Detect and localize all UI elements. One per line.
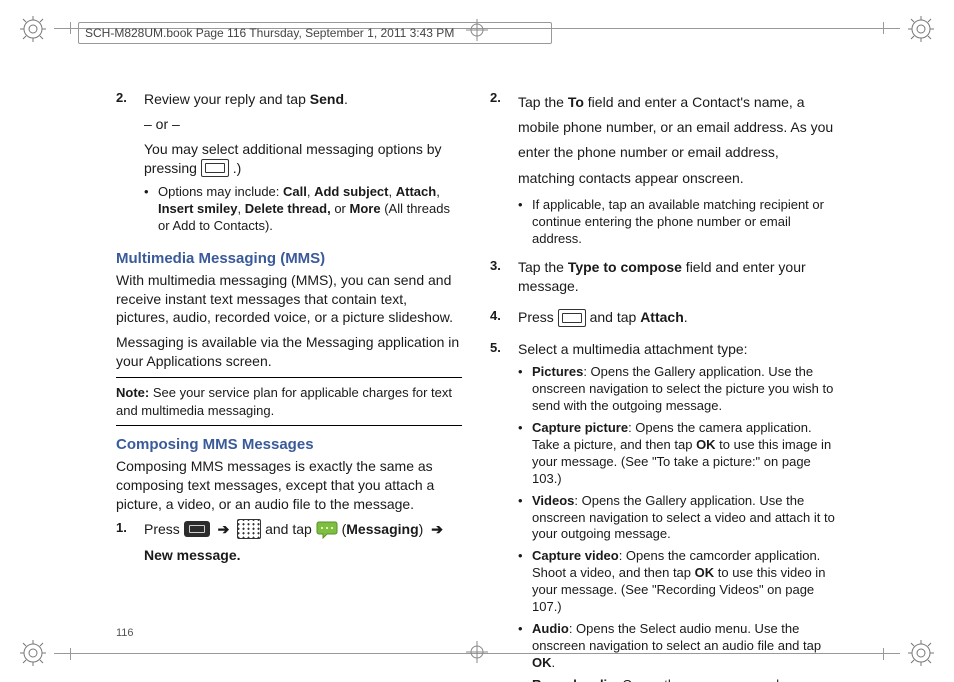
attachment-capture-picture: Capture picture: Opens the camera applic…: [518, 420, 836, 488]
arrow-icon: ➔: [214, 520, 234, 539]
note-rule-top: [116, 377, 462, 378]
left-step-2: 2. Review your reply and tap Send. – or …: [116, 90, 462, 240]
menu-key-icon: [558, 309, 586, 327]
attachment-videos: Videos: Opens the Gallery application. U…: [518, 493, 836, 544]
mms-heading: Multimedia Messaging (MMS): [116, 250, 462, 267]
to-field-label: To: [568, 94, 584, 110]
composing-paragraph: Composing MMS messages is exactly the sa…: [116, 457, 462, 514]
matching-recipient-bullet: If applicable, tap an available matching…: [518, 197, 836, 248]
text: .): [233, 160, 242, 176]
compose-field-label: Type to compose: [568, 259, 682, 275]
text: Select a multimedia attachment type:: [518, 340, 836, 359]
text: .: [344, 91, 348, 107]
crop-tick: [70, 648, 71, 660]
text: Press: [144, 521, 184, 537]
step-number: 3.: [490, 258, 508, 302]
new-message-label: New message.: [144, 547, 241, 563]
attachment-pictures: Pictures: Opens the Gallery application.…: [518, 364, 836, 415]
running-header-text: SCH-M828UM.book Page 116 Thursday, Septe…: [85, 26, 454, 40]
attachment-audio: Audio: Opens the Select audio menu. Use …: [518, 621, 836, 672]
mms-paragraph-2: Messaging is available via the Messaging…: [116, 333, 462, 371]
step-number: 1.: [116, 520, 134, 571]
crop-tick: [70, 22, 71, 34]
messaging-label: Messaging: [346, 521, 418, 537]
text: Tap the: [518, 259, 568, 275]
note-label: Note:: [116, 385, 149, 400]
arrow-icon: ➔: [427, 520, 447, 539]
text: You may select additional messaging opti…: [144, 141, 442, 176]
or-separator: – or –: [144, 115, 462, 134]
corner-ornament-bottom-left-icon: [18, 638, 48, 668]
right-step-2: 2. Tap the To field and enter a Contact'…: [490, 90, 836, 252]
corner-ornament-top-left-icon: [18, 14, 48, 44]
menu-key-icon: [201, 159, 229, 177]
right-step-5: 5. Select a multimedia attachment type: …: [490, 340, 836, 682]
apps-grid-icon: [237, 519, 261, 539]
text: Review your reply and tap: [144, 91, 310, 107]
body-content: 2. Review your reply and tap Send. – or …: [116, 90, 836, 630]
note-block: Note: See your service plan for applicab…: [116, 384, 462, 419]
messaging-icon: [316, 521, 338, 537]
text: and tap: [590, 309, 641, 325]
right-column: 2. Tap the To field and enter a Contact'…: [490, 90, 836, 630]
registration-mark-bottom-icon: [466, 641, 488, 663]
text: Options may include:: [158, 184, 283, 199]
framemaker-running-header: SCH-M828UM.book Page 116 Thursday, Septe…: [78, 22, 552, 44]
attachment-record-audio: Record audio: Opens the message recorder…: [518, 677, 836, 682]
crop-tick: [883, 648, 884, 660]
corner-ornament-top-right-icon: [906, 14, 936, 44]
text: Tap the: [518, 94, 568, 110]
crop-tick: [883, 22, 884, 34]
page-root: SCH-M828UM.book Page 116 Thursday, Septe…: [0, 0, 954, 682]
note-text: See your service plan for applicable cha…: [116, 385, 452, 418]
step-number: 2.: [490, 90, 508, 252]
composing-heading: Composing MMS Messages: [116, 436, 462, 453]
page-number: 116: [116, 627, 134, 639]
corner-ornament-bottom-right-icon: [906, 638, 936, 668]
step-number: 2.: [116, 90, 134, 240]
right-step-4: 4. Press and tap Attach.: [490, 308, 836, 333]
step-number: 4.: [490, 308, 508, 333]
note-rule-bottom: [116, 425, 462, 426]
right-step-3: 3. Tap the Type to compose field and ent…: [490, 258, 836, 302]
attach-label: Attach: [640, 309, 684, 325]
mms-paragraph-1: With multimedia messaging (MMS), you can…: [116, 271, 462, 328]
left-column: 2. Review your reply and tap Send. – or …: [116, 90, 462, 630]
attachment-capture-video: Capture video: Opens the camcorder appli…: [518, 548, 836, 616]
home-key-icon: [184, 521, 210, 537]
left-step-1: 1. Press ➔ and tap (Messaging): [116, 520, 462, 571]
step-number: 5.: [490, 340, 508, 682]
text: .: [684, 309, 688, 325]
send-label: Send: [310, 91, 344, 107]
text: Press: [518, 309, 558, 325]
options-bullet: Options may include: Call, Add subject, …: [144, 184, 462, 235]
text: and tap: [265, 521, 316, 537]
